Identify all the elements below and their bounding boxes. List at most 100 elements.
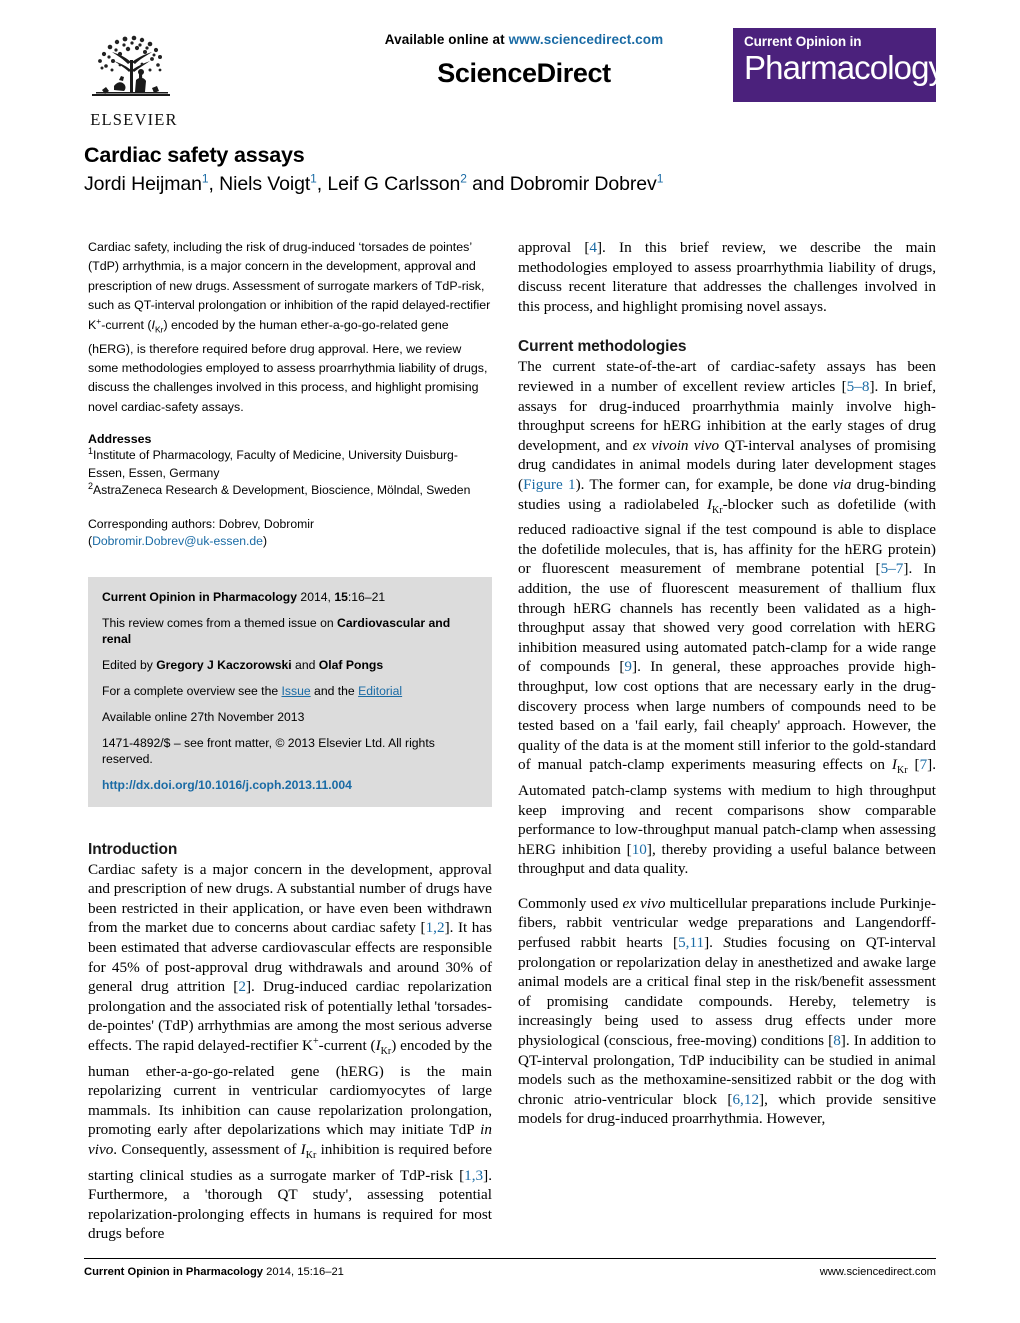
author-name: Leif G Carlsson: [327, 173, 461, 195]
citation-year: 2014,: [297, 589, 335, 604]
meth2-text-a: Commonly used: [518, 894, 623, 912]
citation-ref[interactable]: 8: [833, 1032, 841, 1049]
author-separator: ,: [316, 173, 328, 195]
intro-paragraph-1: Cardiac safety is a major concern in the…: [88, 860, 492, 1244]
corresponding-author-email-link[interactable]: Dobromir.Dobrev@uk-essen.de: [92, 534, 263, 548]
themed-issue-prefix: This review comes from a themed issue on: [102, 615, 338, 630]
editors-row: Edited by Gregory J Kaczorowski and Olaf…: [102, 657, 478, 673]
right-column: approval [4]. In this brief review, we d…: [518, 238, 936, 1129]
author-affiliation-marker[interactable]: 1: [310, 172, 317, 186]
masthead: ELSEVIER Available online at www.science…: [84, 28, 945, 134]
citation-ref[interactable]: 4: [589, 239, 597, 256]
ikr-subscript: Kr: [896, 765, 908, 777]
addresses-heading: Addresses: [88, 432, 152, 447]
elsevier-logo: ELSEVIER: [84, 30, 190, 134]
available-online-line: Available online at www.sciencedirect.co…: [284, 32, 764, 47]
corresponding-author-label: Corresponding authors: Dobrev, Dobromir: [88, 516, 315, 531]
front-matter-row: 1471-4892/$ – see front matter, © 2013 E…: [102, 735, 435, 766]
ikr-subscript: Kr: [712, 504, 723, 516]
author-name: Niels Voigt: [219, 173, 311, 195]
section-heading-current-methodologies: Current methodologies: [518, 338, 687, 356]
ex-vivo-italic: ex vivo: [632, 436, 677, 454]
footer-website-url[interactable]: www.sciencedirect.com: [820, 1266, 936, 1278]
doi-link[interactable]: http://dx.doi.org/10.1016/j.coph.2013.11…: [102, 778, 352, 792]
editorial-link[interactable]: Editorial: [358, 684, 402, 698]
issue-link[interactable]: Issue: [282, 684, 311, 698]
title-block: Cardiac safety assays Jordi Heijman1, Ni…: [84, 143, 936, 196]
edited-by-label: Edited by: [102, 657, 157, 672]
author-name: Jordi Heijman: [84, 173, 202, 195]
editor-name: Gregory J Kaczorowski: [156, 657, 292, 672]
citation-pages: :16–21: [347, 589, 386, 604]
methodologies-paragraph-1: The current state-of-the-art of cardiac-…: [518, 357, 936, 879]
address-text: Institute of Pharmacology, Faculty of Me…: [88, 448, 458, 480]
journal-info-box: Current Opinion in Pharmacology 2014, 15…: [88, 576, 492, 807]
citation-ref[interactable]: 2: [238, 978, 246, 995]
editor-name: Olaf Pongs: [318, 657, 384, 672]
available-online-row: Available online 27th November 2013: [102, 709, 305, 724]
journal-logo: Current Opinion in Pharmacology: [733, 28, 945, 102]
author-affiliation-marker[interactable]: 1: [202, 172, 209, 186]
ikr-subscript: Kr: [380, 1046, 392, 1057]
page-title: Cardiac safety assays: [84, 143, 305, 167]
citation-ref[interactable]: 5–7: [881, 560, 904, 577]
citation-ref[interactable]: 1,2: [426, 919, 445, 936]
available-online-label: Available online at: [384, 32, 509, 47]
citation-ref[interactable]: 1,3: [464, 1167, 483, 1184]
citation-ref[interactable]: 6,12: [732, 1091, 759, 1108]
studies-initial-italic: S: [723, 934, 731, 952]
editor-separator: and: [291, 657, 319, 672]
citation-ref[interactable]: 9: [624, 658, 632, 675]
right-paragraph-1: approval [4]. In this brief review, we d…: [518, 238, 936, 316]
journal-article-page: ELSEVIER Available online at www.science…: [0, 0, 1020, 1323]
themed-issue-row: This review comes from a themed issue on…: [102, 615, 478, 647]
author-affiliation-marker[interactable]: 2: [460, 172, 467, 186]
citation-ref[interactable]: 10: [632, 841, 647, 858]
citation-ref[interactable]: 5,11: [678, 934, 704, 951]
corresponding-author-block: Corresponding authors: Dobrev, Dobromir …: [88, 516, 315, 549]
meth-text-d: ). The former can, for example, be done: [575, 475, 833, 493]
page-footer: Current Opinion in Pharmacology 2014, 15…: [84, 1266, 936, 1278]
footer-divider: [84, 1258, 936, 1259]
citation-ref[interactable]: 5–8: [847, 378, 870, 395]
author-list: Jordi Heijman1, Niels Voigt1, Leif G Car…: [84, 173, 936, 196]
via-italic: via: [832, 475, 852, 493]
overview-prefix: For a complete overview see the: [102, 683, 282, 698]
citation-row: Current Opinion in Pharmacology 2014, 15…: [102, 589, 478, 605]
author-separator: ,: [208, 173, 220, 195]
intro-text-d: -current (: [318, 1036, 376, 1054]
author-affiliation-marker[interactable]: 1: [657, 172, 664, 186]
sciencedirect-wordmark: ScienceDirect: [437, 58, 611, 88]
left-column: Cardiac safety, including the risk of dr…: [88, 238, 492, 1244]
footer-citation: Current Opinion in Pharmacology 2014, 15…: [84, 1266, 344, 1278]
citation-volume: 15: [334, 589, 348, 604]
right-text-a: approval [: [518, 239, 590, 256]
sciencedirect-block: Available online at www.sciencedirect.co…: [284, 32, 764, 89]
intro-text-g: . Consequently, assessment of: [113, 1140, 301, 1158]
footer-journal-name: Current Opinion in Pharmacology: [84, 1266, 264, 1278]
section-heading-introduction: Introduction: [88, 840, 178, 858]
figure-link[interactable]: Figure 1: [523, 476, 576, 493]
ikr-subscript: Kr: [305, 1150, 317, 1161]
methodologies-paragraph-2: Commonly used ex vivo multicellular prep…: [518, 894, 936, 1129]
footer-citation-rest: 2014, 15:16–21: [263, 1266, 344, 1278]
meth-text-h: ]. In general, these approaches provide …: [518, 658, 936, 774]
doi-row: http://dx.doi.org/10.1016/j.coph.2013.11…: [102, 777, 478, 793]
overview-separator: and the: [310, 683, 359, 698]
author-name: Dobromir Dobrev: [509, 173, 657, 195]
addresses-list: 1Institute of Pharmacology, Faculty of M…: [88, 447, 492, 500]
journal-logo-line2: Pharmacology: [744, 49, 945, 86]
journal-logo-line1: Current Opinion in: [744, 34, 862, 49]
meth-text-i: [: [907, 756, 920, 774]
address-text: AstraZeneca Research & Development, Bios…: [93, 483, 471, 498]
abstract-text: Cardiac safety, including the risk of dr…: [88, 240, 491, 414]
ex-vivo-italic: ex vivo: [622, 894, 666, 912]
elsevier-wordmark: ELSEVIER: [90, 110, 178, 129]
in-vivo-italic: in vivo: [676, 436, 720, 454]
elsevier-tree-icon: [92, 35, 170, 96]
citation-journal-name: Current Opinion in Pharmacology: [102, 589, 298, 604]
meth2-text-c: ].: [704, 934, 724, 952]
overview-row: For a complete overview see the Issue an…: [102, 683, 478, 699]
author-separator: and: [466, 173, 510, 195]
sciencedirect-url-link[interactable]: www.sciencedirect.com: [509, 32, 664, 47]
